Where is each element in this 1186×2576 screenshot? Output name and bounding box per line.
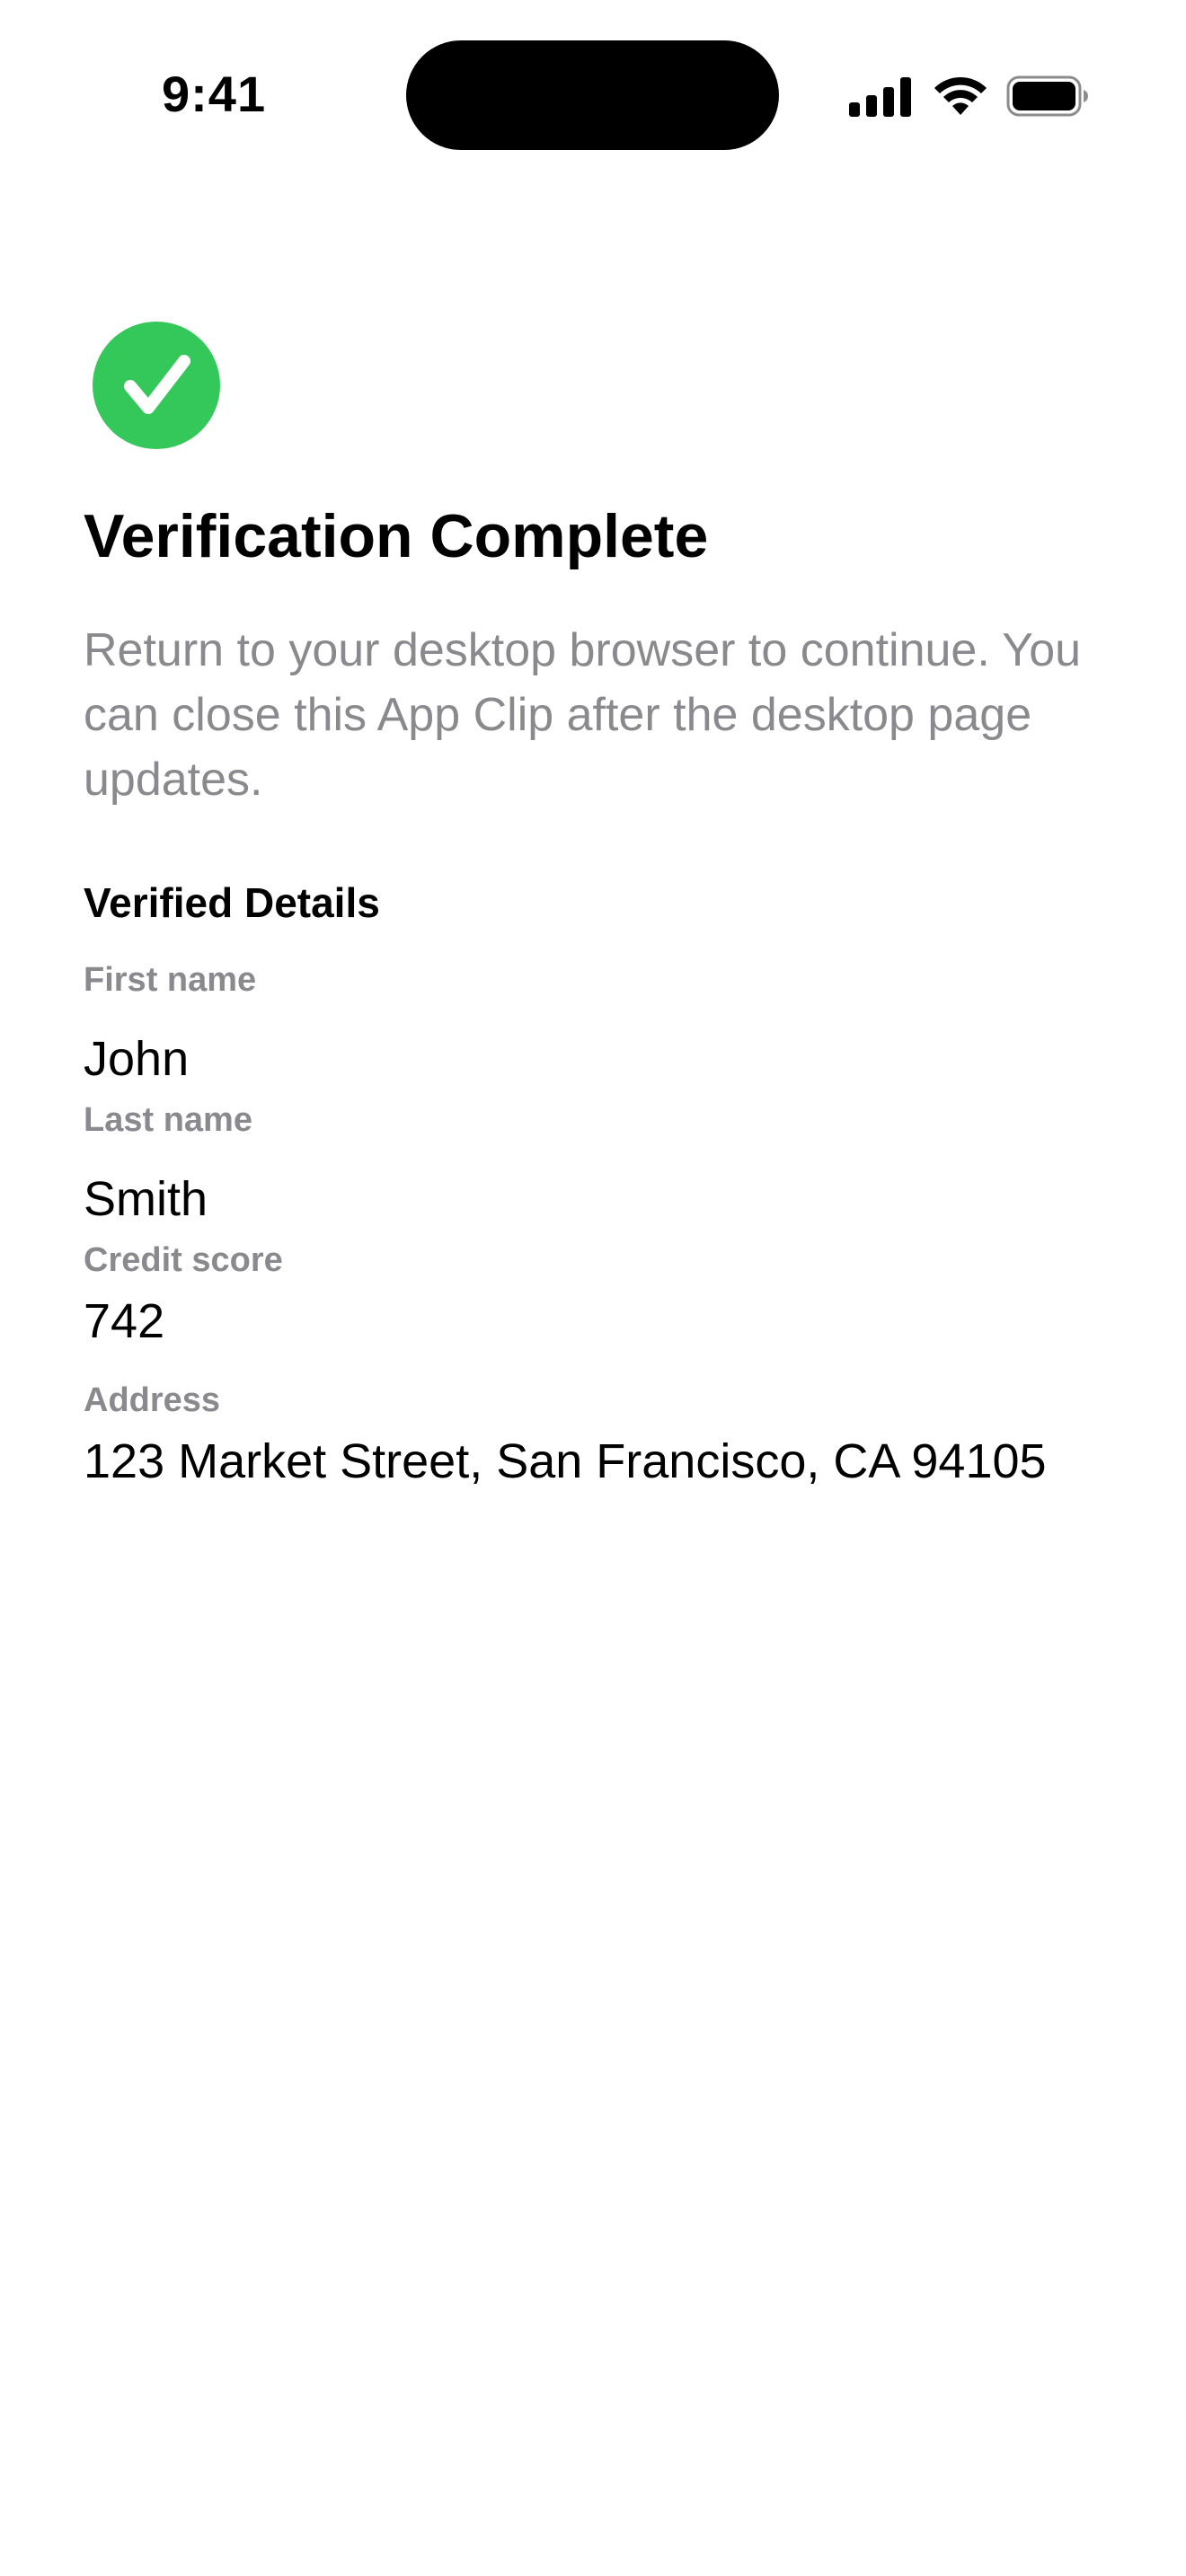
first-name-label: First name (84, 961, 257, 999)
last-name-value: Smith (84, 1172, 208, 1226)
checkmark-circle-icon (93, 322, 220, 449)
signal-icon (849, 77, 911, 117)
dynamic-island (406, 40, 779, 150)
verified-details-heading: Verified Details (84, 879, 380, 926)
status-time: 9:41 (162, 66, 267, 122)
first-name-value: John (84, 1032, 190, 1086)
credit-score-value: 742 (84, 1294, 165, 1348)
last-name-label: Last name (84, 1101, 252, 1139)
credit-score-label: Credit score (84, 1241, 283, 1279)
status-bar: 9:41 (0, 0, 1186, 180)
wifi-icon (934, 76, 987, 115)
battery-icon (1006, 75, 1088, 117)
page-subtitle: Return to your desktop browser to contin… (84, 624, 1082, 806)
address-value: 123 Market Street, San Francisco, CA 941… (84, 1434, 1047, 1488)
status-icons (849, 72, 1092, 119)
page-title: Verification Complete (84, 502, 709, 570)
address-label: Address (84, 1381, 221, 1419)
